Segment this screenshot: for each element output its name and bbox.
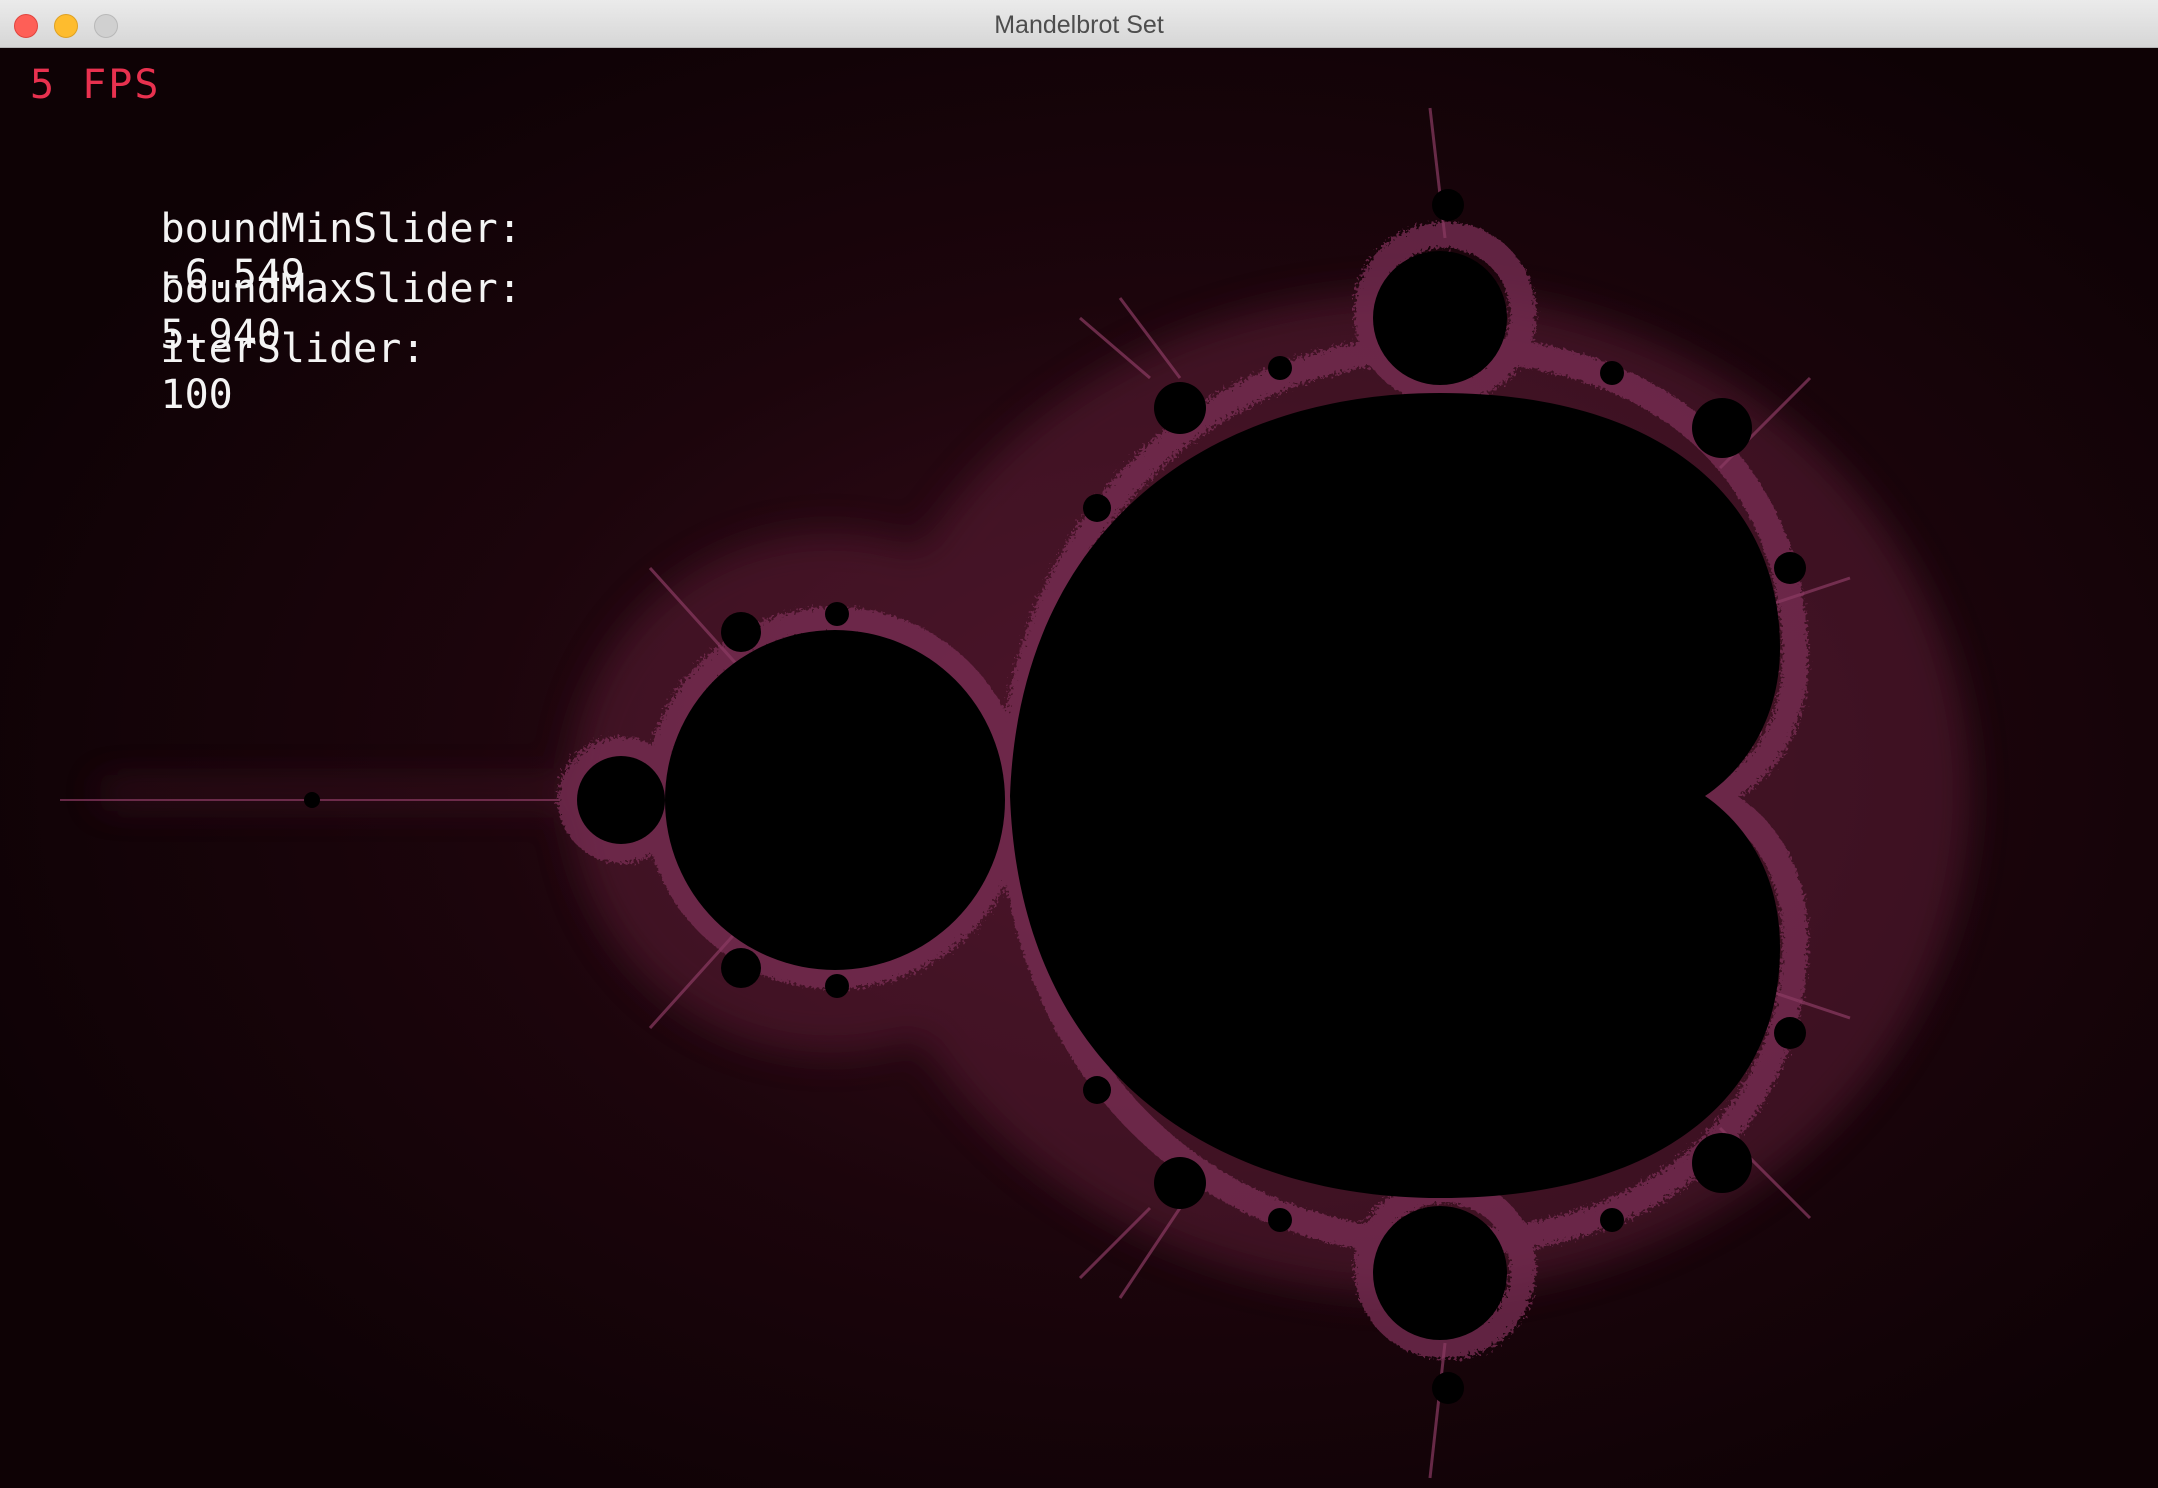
- app-window: Mandelbrot Set 5 FPS boundMinSlider: -6.…: [0, 0, 2158, 1488]
- iter-slider-value: 100: [160, 372, 233, 418]
- fps-counter: 5 FPS: [30, 62, 161, 108]
- title-bar[interactable]: Mandelbrot Set: [0, 0, 2158, 48]
- iter-slider-readout[interactable]: iterSlider: 100: [16, 280, 426, 464]
- iter-slider-label: iterSlider:: [160, 326, 426, 372]
- mandelbrot-canvas[interactable]: 5 FPS boundMinSlider: -6.549 boundMaxSli…: [0, 48, 2158, 1488]
- window-title: Mandelbrot Set: [994, 11, 1164, 39]
